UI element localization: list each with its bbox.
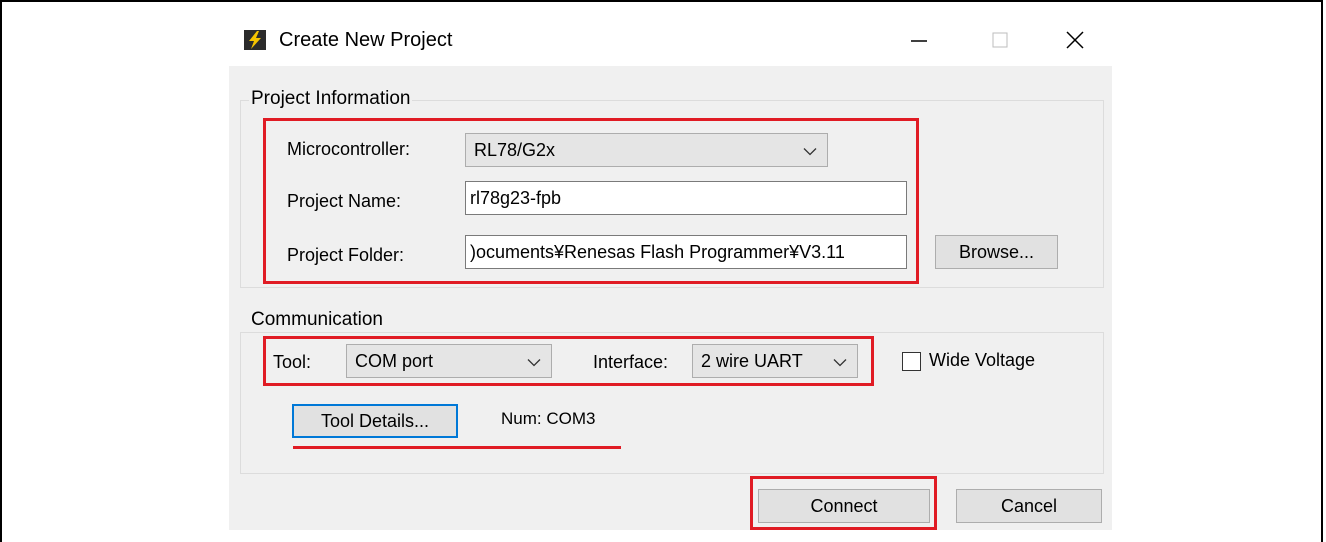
minimize-icon (911, 40, 927, 42)
chevron-down-icon (527, 351, 541, 372)
interface-label: Interface: (593, 352, 669, 372)
project-name-input[interactable]: rl78g23-fpb (465, 181, 907, 215)
close-icon (1066, 31, 1084, 49)
tool-value: COM port (355, 350, 434, 371)
tool-details-button[interactable]: Tool Details... (292, 404, 458, 438)
communication-title: Communication (249, 309, 385, 331)
microcontroller-select[interactable]: RL78/G2x (465, 133, 828, 167)
wide-voltage-checkbox[interactable] (902, 352, 921, 371)
tool-label: Tool: (273, 352, 312, 372)
app-lightning-icon (244, 30, 266, 50)
tool-select[interactable]: COM port (346, 344, 552, 378)
create-new-project-dialog: Create New Project Project Information M… (229, 16, 1112, 530)
chevron-down-icon (833, 351, 847, 372)
maximize-icon (992, 32, 1008, 48)
wide-voltage-label[interactable]: Wide Voltage (929, 350, 1035, 371)
com-port-number: Num: COM3 (501, 409, 596, 428)
project-folder-label: Project Folder: (287, 245, 405, 265)
minimize-button[interactable] (891, 16, 947, 64)
microcontroller-value: RL78/G2x (474, 139, 556, 160)
project-folder-input[interactable]: )ocuments¥Renesas Flash Programmer¥V3.11 (465, 235, 907, 269)
browse-button[interactable]: Browse... (935, 235, 1058, 269)
microcontroller-label: Microcontroller: (287, 139, 411, 159)
title-bar: Create New Project (229, 16, 1112, 66)
window-title: Create New Project (279, 29, 453, 51)
interface-select[interactable]: 2 wire UART (692, 344, 858, 378)
maximize-button[interactable] (972, 16, 1028, 64)
cancel-button[interactable]: Cancel (956, 489, 1102, 523)
project-name-value: rl78g23-fpb (470, 187, 562, 208)
close-button[interactable] (1047, 16, 1103, 64)
connect-button[interactable]: Connect (758, 489, 930, 523)
project-name-label: Project Name: (287, 191, 402, 211)
project-folder-value: )ocuments¥Renesas Flash Programmer¥V3.11 (470, 241, 845, 262)
project-information-title: Project Information (249, 88, 413, 110)
interface-value: 2 wire UART (701, 350, 803, 371)
chevron-down-icon (803, 140, 817, 161)
